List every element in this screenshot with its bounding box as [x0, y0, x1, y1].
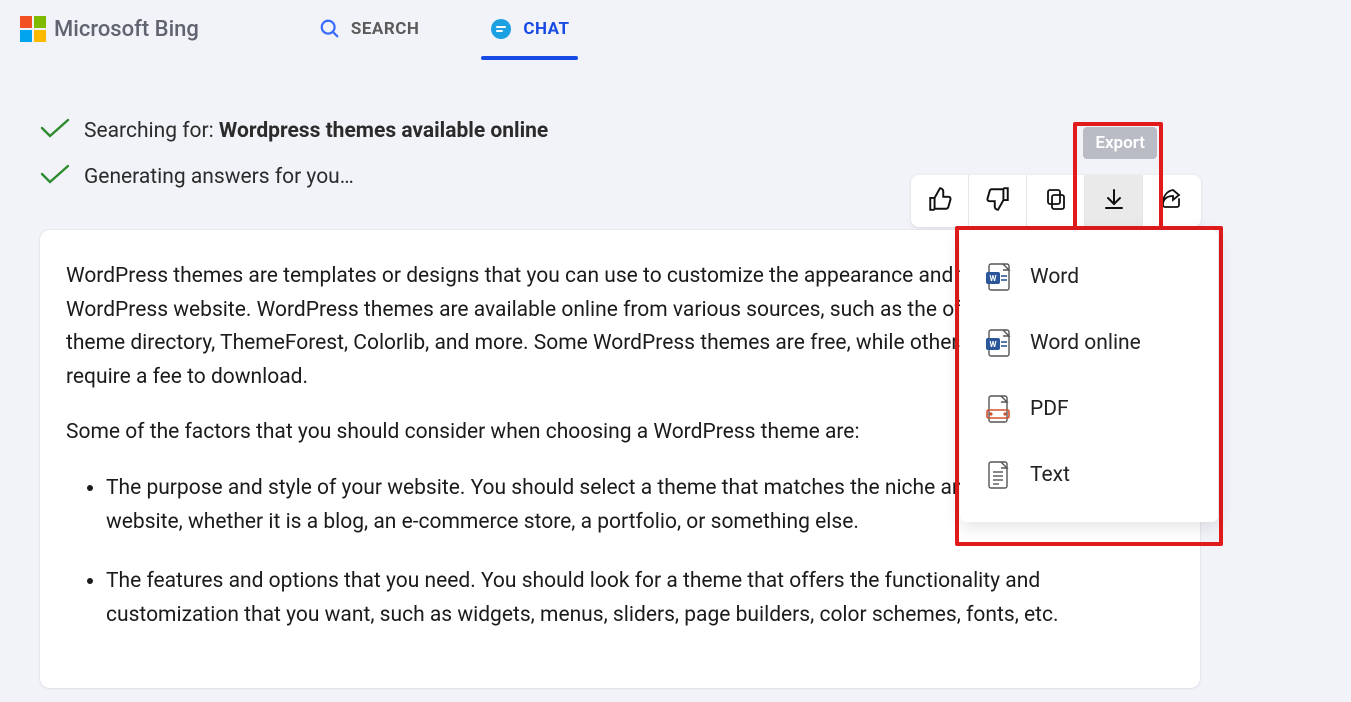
thumbs-up-icon: [927, 186, 953, 216]
header: Microsoft Bing SEARCH CHAT: [0, 0, 1351, 58]
export-option-text[interactable]: Text: [960, 442, 1218, 508]
download-icon: [1102, 187, 1126, 215]
searching-query: Wordpress themes available online: [219, 119, 548, 143]
svg-text:W: W: [990, 274, 997, 283]
export-option-label: Text: [1030, 463, 1070, 487]
nav-chat[interactable]: CHAT: [489, 0, 569, 58]
copy-icon: [1044, 187, 1068, 215]
generating-text: Generating answers for you…: [84, 165, 354, 189]
brand-text: Microsoft Bing: [54, 17, 199, 42]
copy-button[interactable]: [1027, 175, 1085, 227]
microsoft-logo-icon: [20, 16, 46, 42]
export-tooltip: Export: [1083, 127, 1157, 159]
word-doc-icon: W: [984, 262, 1012, 292]
svg-text:W: W: [990, 340, 997, 349]
nav-chat-label: CHAT: [523, 19, 569, 39]
share-button[interactable]: [1143, 175, 1201, 227]
answer-bullet: The features and options that you need. …: [106, 565, 1174, 632]
nav-search[interactable]: SEARCH: [319, 0, 419, 58]
top-nav: SEARCH CHAT: [319, 0, 570, 58]
export-option-label: Word: [1030, 265, 1079, 289]
reaction-toolbar: [911, 175, 1201, 227]
export-button[interactable]: [1085, 175, 1143, 227]
search-icon: [319, 18, 341, 40]
thumbs-down-icon: [985, 186, 1011, 216]
check-icon: [40, 164, 70, 190]
word-doc-icon: W: [984, 328, 1012, 358]
check-icon: [40, 118, 70, 144]
export-menu: W Word W Word online PDF Text: [960, 230, 1218, 522]
searching-prefix: Searching for:: [84, 119, 219, 143]
text-doc-icon: [984, 460, 1012, 490]
thumbs-down-button[interactable]: [969, 175, 1027, 227]
export-option-label: PDF: [1030, 397, 1069, 421]
export-option-label: Word online: [1030, 331, 1141, 355]
export-option-pdf[interactable]: PDF: [960, 376, 1218, 442]
pdf-doc-icon: [984, 394, 1012, 424]
nav-search-label: SEARCH: [351, 19, 419, 39]
brand-logo-block[interactable]: Microsoft Bing: [20, 16, 199, 42]
thumbs-up-button[interactable]: [911, 175, 969, 227]
export-option-word[interactable]: W Word: [960, 244, 1218, 310]
chat-icon: [489, 17, 513, 41]
share-icon: [1159, 187, 1185, 215]
export-option-word-online[interactable]: W Word online: [960, 310, 1218, 376]
